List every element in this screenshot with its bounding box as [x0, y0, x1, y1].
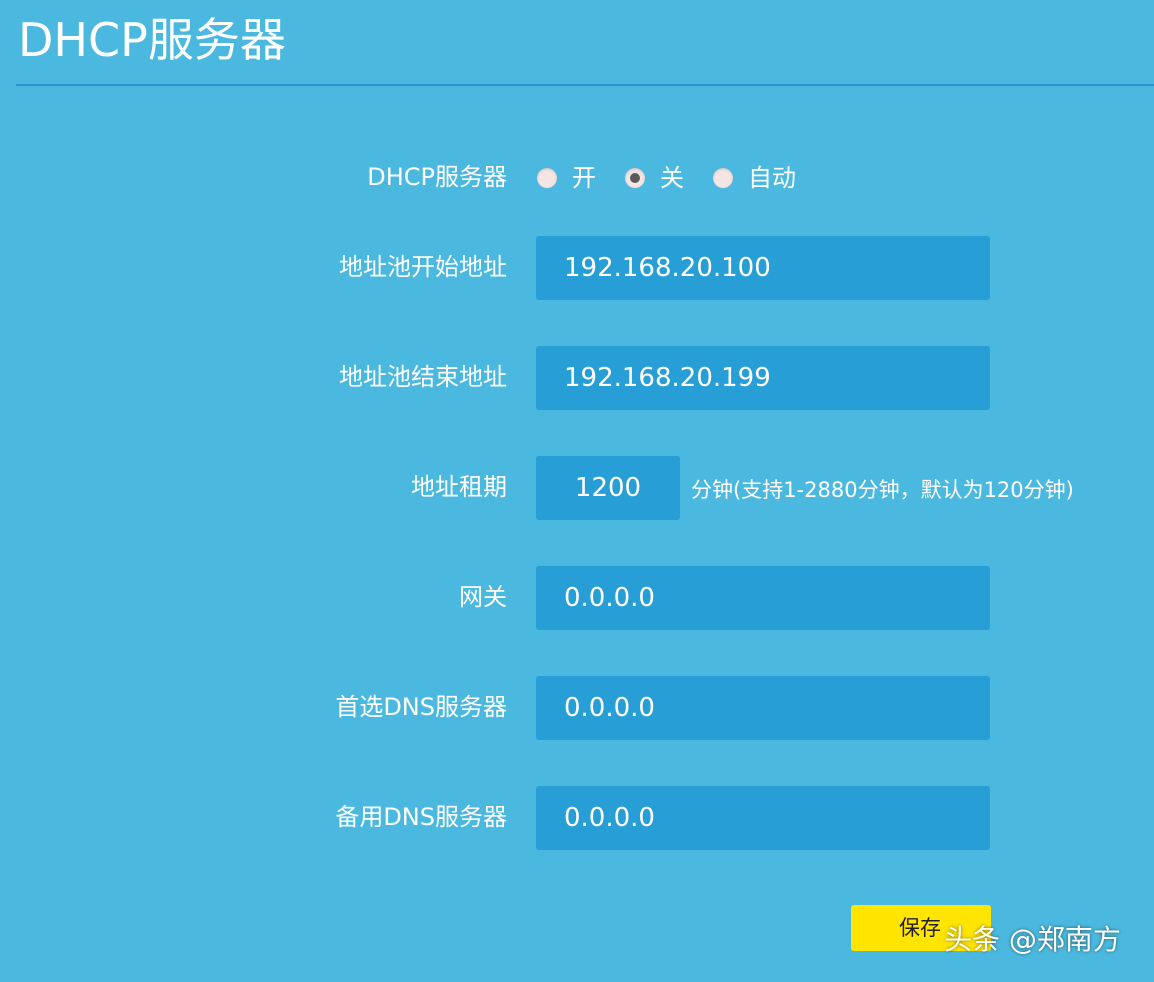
secondary-dns-input[interactable]: 0.0.0.0: [536, 786, 990, 850]
radio-on-label: 开: [572, 164, 596, 192]
watermark-text: 头条 @郑南方: [944, 923, 1121, 956]
pool-end-label: 地址池结束地址: [339, 363, 507, 391]
radio-off-label: 关: [660, 164, 684, 192]
lease-time-input[interactable]: 1200: [536, 456, 680, 520]
dhcp-radio-auto[interactable]: 自动: [713, 163, 796, 193]
primary-dns-input[interactable]: 0.0.0.0: [536, 676, 990, 740]
page-title: DHCP服务器: [18, 13, 286, 67]
radio-on-circle-icon[interactable]: [537, 168, 557, 188]
secondary-dns-label: 备用DNS服务器: [335, 803, 507, 831]
dhcp-server-radio-group: 开 关 自动: [537, 160, 825, 196]
pool-start-input[interactable]: 192.168.20.100: [536, 236, 990, 300]
lease-time-label: 地址租期: [411, 473, 507, 501]
pool-end-input[interactable]: 192.168.20.199: [536, 346, 990, 410]
gateway-label: 网关: [459, 583, 507, 611]
radio-auto-circle-icon[interactable]: [713, 168, 733, 188]
dhcp-radio-off[interactable]: 关: [625, 163, 684, 193]
primary-dns-label: 首选DNS服务器: [335, 693, 507, 721]
radio-off-circle-icon[interactable]: [625, 168, 645, 188]
title-divider: [16, 84, 1154, 86]
radio-auto-label: 自动: [748, 164, 796, 192]
lease-time-hint: 分钟(支持1-2880分钟，默认为120分钟): [691, 478, 1074, 502]
dhcp-server-label: DHCP服务器: [367, 163, 507, 191]
pool-start-label: 地址池开始地址: [339, 253, 507, 281]
gateway-input[interactable]: 0.0.0.0: [536, 566, 990, 630]
dhcp-radio-on[interactable]: 开: [537, 163, 596, 193]
